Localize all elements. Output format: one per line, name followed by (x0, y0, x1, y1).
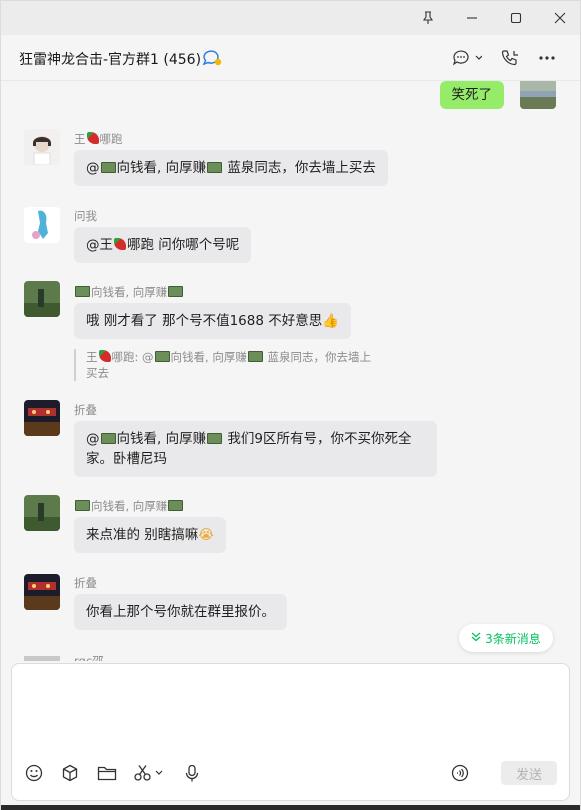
crying-emoji-icon: 😭 (198, 527, 215, 543)
new-messages-button[interactable]: 3条新消息 (459, 624, 553, 652)
maximize-icon[interactable] (494, 1, 538, 35)
title-bar (1, 1, 580, 35)
sender-name: 王哪跑 (74, 132, 123, 146)
avatar[interactable] (24, 281, 60, 317)
message-bubble[interactable]: @ 向钱看, 向厚赚 蓝泉同志，你去墙上买去 (74, 150, 388, 186)
tag-badge-icon (207, 433, 223, 444)
tag-badge-icon (75, 500, 90, 511)
tag-badge-icon (154, 351, 170, 362)
pin-icon[interactable] (406, 1, 450, 35)
chili-emoji-icon (114, 238, 126, 250)
more-icon[interactable] (538, 47, 556, 69)
microphone-icon[interactable] (184, 762, 200, 784)
cube-icon[interactable] (61, 762, 79, 784)
avatar[interactable] (24, 129, 60, 165)
scissors-icon[interactable] (133, 762, 165, 784)
avatar[interactable] (24, 400, 60, 436)
voice-message-icon[interactable] (451, 762, 469, 784)
avatar[interactable] (24, 574, 60, 610)
sender-name: 折叠 (74, 403, 97, 417)
minimize-icon[interactable] (450, 1, 494, 35)
thumbs-up-emoji-icon: 👍 (322, 313, 340, 329)
tag-badge-icon (75, 286, 90, 297)
avatar[interactable] (24, 651, 60, 661)
group-chat-icon[interactable] (201, 48, 223, 68)
chili-emoji-icon (86, 132, 99, 144)
tag-badge-icon (168, 286, 184, 297)
close-icon[interactable] (538, 1, 581, 35)
message-bubble[interactable]: 你看上那个号你就在群里报价。 (74, 594, 287, 630)
message-text: 笑死了 (451, 87, 493, 103)
tag-badge-icon (247, 351, 263, 362)
avatar[interactable] (24, 495, 60, 531)
sender-name: 向钱看, 向厚赚 (74, 498, 184, 514)
double-chevron-down-icon (471, 631, 481, 645)
chat-window: 狂雷神龙合击-官方群1 (456) 笑死了 王 哪跑 @ 向钱看, 向厚赚 蓝泉… (0, 0, 581, 810)
chili-emoji-icon (98, 350, 111, 362)
message-bubble[interactable]: 哦 刚才看了 那个号不值1688 不好意思👍 (74, 303, 352, 339)
tag-badge-icon (168, 500, 184, 511)
sender-name: 折叠 (74, 576, 97, 590)
my-message-bubble[interactable]: 笑死了 (439, 81, 504, 109)
message-input[interactable]: 发送 (11, 663, 570, 801)
send-button[interactable]: 发送 (501, 761, 557, 785)
chat-title[interactable]: 狂雷神龙合击-官方群1 (456) (19, 49, 201, 69)
chat-header: 狂雷神龙合击-官方群1 (456) (1, 35, 580, 81)
message-bubble[interactable]: 来点准的 别瞎搞嘛😭 (74, 517, 227, 553)
tag-badge-icon (207, 162, 223, 173)
message-bubble[interactable]: @ 向钱看, 向厚赚 我们9区所有号，你不买你死全家。卧槽尼玛 (74, 421, 437, 477)
taskbar-edge (1, 805, 580, 810)
message-list[interactable]: 笑死了 王哪跑 @ 向钱看, 向厚赚 蓝泉同志，你去墙上买去 问我 @王 哪跑 问你… (1, 81, 580, 661)
sender-name: 问我 (74, 209, 97, 223)
sender-name: 向钱看, 向厚赚 (74, 284, 184, 300)
chat-bubble-icon[interactable] (452, 47, 482, 69)
tag-badge-icon (100, 162, 116, 173)
quoted-message[interactable]: 王哪跑: @ 向钱看, 向厚赚 蓝泉同志，你去墙上买去 (74, 349, 374, 381)
my-avatar[interactable] (520, 81, 556, 109)
avatar[interactable] (24, 207, 60, 243)
message-bubble[interactable]: @王 哪跑 问你哪个号呢 (74, 227, 252, 263)
tag-badge-icon (100, 433, 116, 444)
phone-call-icon[interactable] (501, 47, 521, 69)
sender-name: rgc邵 (74, 654, 104, 661)
folder-icon[interactable] (97, 762, 117, 784)
emoji-icon[interactable] (25, 762, 43, 784)
